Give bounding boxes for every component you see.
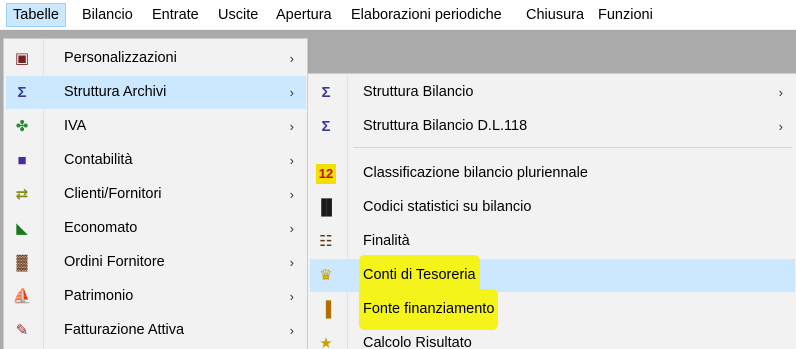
menu-item-fonte-finanziamento[interactable]: ▐ Fonte finanziamento <box>310 293 795 326</box>
struttura-bilancio-icon: Σ <box>321 84 331 101</box>
menu-item-label: Clienti/Fornitori <box>64 186 162 202</box>
personalizzazioni-icon: ▣ <box>14 50 30 67</box>
menu-item-conti-di-tesoreria[interactable]: ♛ Conti di Tesoreria <box>310 259 795 292</box>
menu-entrate[interactable]: Entrate <box>146 3 205 27</box>
clienti-fornitori-icon: ⇄ <box>15 186 29 203</box>
chevron-right-icon: › <box>778 119 783 134</box>
menu-item-struttura-bilancio[interactable]: Σ Struttura Bilancio › <box>310 76 795 109</box>
contabilita-icon: ■ <box>17 152 27 169</box>
menu-item-label: Struttura Bilancio <box>363 84 474 100</box>
struttura-bilancio-dl118-icon: Σ <box>321 118 331 135</box>
chevron-right-icon: › <box>289 221 294 236</box>
menu-item-clienti-fornitori[interactable]: ⇄ Clienti/Fornitori › <box>6 178 306 211</box>
menu-separator <box>353 147 792 148</box>
menu-item-label: Classificazione bilancio pluriennale <box>363 165 588 181</box>
chevron-right-icon: › <box>289 51 294 66</box>
menu-item-economato[interactable]: ◣ Economato › <box>6 212 306 245</box>
iva-icon: ✤ <box>15 118 29 135</box>
menu-funzioni[interactable]: Funzioni <box>592 3 659 27</box>
menu-chiusura[interactable]: Chiusura <box>520 3 590 27</box>
tabelle-dropdown-menu: ▣ Personalizzazioni › Σ Struttura Archiv… <box>3 38 308 349</box>
menu-item-fatturazione-attiva[interactable]: ✎ Fatturazione Attiva › <box>6 314 306 347</box>
patrimonio-icon: ⛵ <box>12 288 32 305</box>
fonte-finanziamento-icon: ▐ <box>320 301 332 318</box>
struttura-archivi-icon: Σ <box>17 84 27 101</box>
pluriennale-icon: 12 <box>316 164 336 184</box>
menu-bilancio[interactable]: Bilancio <box>76 3 139 27</box>
struttura-archivi-submenu: Σ Struttura Bilancio › Σ Struttura Bilan… <box>307 73 796 349</box>
menu-item-label: Personalizzazioni <box>64 50 177 66</box>
menu-item-struttura-bilancio-dl118[interactable]: Σ Struttura Bilancio D.L.118 › <box>310 110 795 143</box>
chevron-right-icon: › <box>289 119 294 134</box>
menu-item-label: Struttura Archivi <box>64 84 167 100</box>
menu-item-finalita[interactable]: ☷ Finalità <box>310 225 795 258</box>
codici-statistici-icon: ▐▌ <box>316 199 338 216</box>
calcolo-risultato-icon: ★ <box>319 335 333 349</box>
menu-item-label: Fonte finanziamento <box>363 293 495 326</box>
menu-item-contabilita[interactable]: ■ Contabilità › <box>6 144 306 177</box>
menu-item-ordini-fornitore[interactable]: ▓ Ordini Fornitore › <box>6 246 306 279</box>
ordini-fornitore-icon: ▓ <box>16 254 28 271</box>
menu-elaborazioni-periodiche[interactable]: Elaborazioni periodiche <box>345 3 508 27</box>
menu-item-codici-statistici[interactable]: ▐▌ Codici statistici su bilancio <box>310 191 795 224</box>
chevron-right-icon: › <box>289 289 294 304</box>
menu-item-personalizzazioni[interactable]: ▣ Personalizzazioni › <box>6 42 306 75</box>
menu-apertura[interactable]: Apertura <box>270 3 338 27</box>
conti-tesoreria-icon: ♛ <box>319 267 333 284</box>
menu-tabelle[interactable]: Tabelle <box>6 3 66 27</box>
menu-item-calcolo-risultato[interactable]: ★ Calcolo Risultato <box>310 327 795 349</box>
menu-item-label: Ordini Fornitore <box>64 254 165 270</box>
menu-item-label: IVA <box>64 118 87 134</box>
menu-item-iva[interactable]: ✤ IVA › <box>6 110 306 143</box>
menu-item-classificazione-bilancio-pluriennale[interactable]: 12 Classificazione bilancio pluriennale <box>310 157 795 190</box>
menu-item-label: Struttura Bilancio D.L.118 <box>363 118 528 134</box>
menu-item-patrimonio[interactable]: ⛵ Patrimonio › <box>6 280 306 313</box>
menu-uscite[interactable]: Uscite <box>212 3 264 27</box>
economato-icon: ◣ <box>16 220 28 237</box>
menu-item-label: Conti di Tesoreria <box>363 259 476 292</box>
chevron-right-icon: › <box>778 85 783 100</box>
menu-item-label: Fatturazione Attiva <box>64 322 185 338</box>
chevron-right-icon: › <box>289 85 294 100</box>
menu-item-label: Contabilità <box>64 152 133 168</box>
fatturazione-attiva-icon: ✎ <box>15 322 29 339</box>
menu-item-label: Patrimonio <box>64 288 134 304</box>
chevron-right-icon: › <box>289 323 294 338</box>
menu-item-label: Economato <box>64 220 138 236</box>
menu-bar: Tabelle Bilancio Entrate Uscite Apertura… <box>0 0 796 30</box>
chevron-right-icon: › <box>289 153 294 168</box>
finalita-icon: ☷ <box>319 233 333 250</box>
menu-item-struttura-archivi[interactable]: Σ Struttura Archivi › <box>6 76 306 109</box>
menu-item-label: Codici statistici su bilancio <box>363 199 532 215</box>
chevron-right-icon: › <box>289 187 294 202</box>
menu-item-label: Calcolo Risultato <box>363 335 472 349</box>
chevron-right-icon: › <box>289 255 294 270</box>
menu-item-label: Finalità <box>363 233 410 249</box>
